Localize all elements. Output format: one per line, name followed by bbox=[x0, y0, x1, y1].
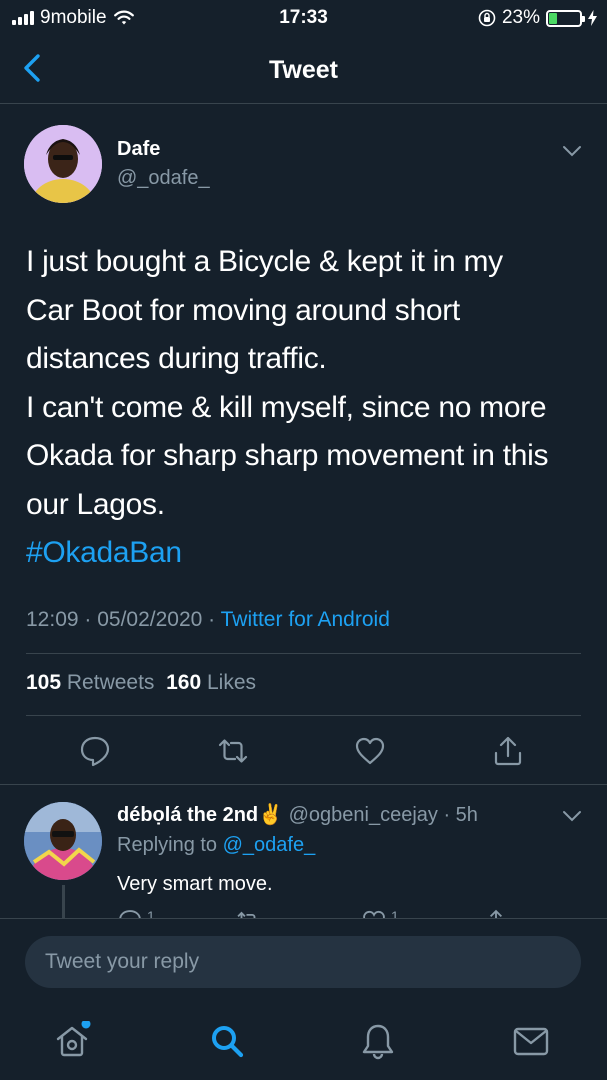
charging-icon bbox=[588, 10, 597, 26]
tweet-meta: 12:09 · 05/02/2020 · Twitter for Android bbox=[26, 608, 390, 631]
retweets-label[interactable]: Retweets bbox=[67, 671, 155, 694]
tweet-line: Car Boot for moving around short bbox=[26, 293, 460, 327]
divider bbox=[26, 653, 581, 654]
messages-icon[interactable] bbox=[511, 1021, 551, 1061]
tweet-line: our Lagos. bbox=[26, 487, 165, 521]
chevron-down-icon[interactable] bbox=[561, 144, 583, 158]
notifications-icon[interactable] bbox=[358, 1021, 398, 1061]
hashtag-link[interactable]: #OkadaBan bbox=[26, 536, 182, 569]
reply-icon[interactable] bbox=[78, 734, 112, 768]
status-right: 23% bbox=[478, 7, 597, 29]
tweet-source[interactable]: Twitter for Android bbox=[221, 608, 390, 631]
share-icon[interactable] bbox=[491, 734, 525, 768]
tweet-date: 05/02/2020 bbox=[97, 608, 203, 631]
likes-count[interactable]: 160 bbox=[166, 671, 201, 694]
author-name[interactable]: Dafe bbox=[117, 138, 160, 161]
tweet-time: 12:09 bbox=[26, 608, 79, 631]
avatar[interactable] bbox=[24, 125, 102, 203]
tab-bar bbox=[0, 1009, 607, 1080]
reply-avatar[interactable] bbox=[24, 802, 102, 880]
victory-emoji: ✌️ bbox=[258, 804, 284, 826]
tweet-stats: 105 Retweets 160 Likes bbox=[26, 671, 256, 695]
compose-area bbox=[0, 918, 607, 1080]
tweet-line: I can't come & kill myself, since no mor… bbox=[26, 390, 547, 424]
retweet-icon[interactable] bbox=[216, 734, 250, 768]
retweets-count[interactable]: 105 bbox=[26, 671, 61, 694]
replying-to: Replying to @_odafe_ bbox=[117, 834, 315, 857]
battery-percent: 23% bbox=[501, 7, 540, 28]
reply-header: débọlá the 2nd✌️ @ogbeni_ceejay · 5h bbox=[117, 804, 478, 826]
reply-author-name[interactable]: débọlá the 2nd bbox=[117, 804, 258, 826]
likes-label[interactable]: Likes bbox=[207, 671, 256, 694]
nav-header: Tweet bbox=[0, 36, 607, 104]
author-handle[interactable]: @_odafe_ bbox=[117, 167, 210, 190]
reply-text: Very smart move. bbox=[117, 873, 273, 895]
replying-prefix: Replying to bbox=[117, 834, 218, 856]
battery-icon bbox=[546, 9, 585, 27]
orientation-lock-icon bbox=[478, 9, 496, 27]
reply-input[interactable] bbox=[25, 936, 581, 988]
home-icon[interactable] bbox=[52, 1021, 92, 1061]
divider bbox=[26, 715, 581, 716]
tweet-text: I just bought a Bicycle & kept it in my … bbox=[26, 238, 586, 578]
tweet-actions bbox=[0, 730, 607, 790]
tweet-line: distances during traffic. bbox=[26, 342, 327, 375]
reply-tweet[interactable]: débọlá the 2nd✌️ @ogbeni_ceejay · 5h Rep… bbox=[0, 785, 607, 925]
like-icon[interactable] bbox=[353, 734, 387, 768]
search-icon[interactable] bbox=[207, 1021, 247, 1061]
tweet-line: Okada for sharp sharp movement in this bbox=[26, 439, 549, 472]
page-title: Tweet bbox=[269, 56, 338, 84]
reply-age: 5h bbox=[455, 804, 478, 826]
status-bar: 9mobile 17:33 23% bbox=[0, 0, 607, 36]
chevron-down-icon[interactable] bbox=[561, 809, 583, 823]
tweet-line: I just bought a Bicycle & kept it in my bbox=[26, 245, 503, 278]
replying-to-handle[interactable]: @_odafe_ bbox=[223, 834, 316, 856]
reply-author-handle[interactable]: @ogbeni_ceejay bbox=[289, 804, 438, 826]
